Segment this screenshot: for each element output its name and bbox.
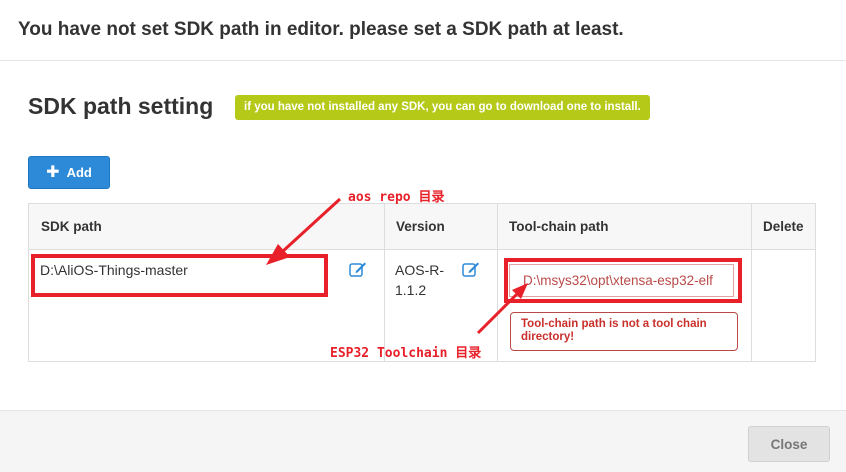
download-sdk-badge[interactable]: if you have not installed any SDK, you c… bbox=[235, 95, 650, 120]
add-button[interactable]: ✚ Add bbox=[28, 156, 110, 189]
version-value-line1: AOS-R- bbox=[395, 262, 444, 278]
dialog-footer bbox=[0, 410, 846, 472]
column-header-sdk-path: SDK path bbox=[29, 204, 384, 250]
esp32-toolchain-annotation: ESP32 Toolchain 目录 bbox=[330, 346, 482, 361]
section-title: SDK path setting bbox=[28, 93, 214, 119]
plus-icon: ✚ bbox=[46, 163, 60, 181]
annotation-box-sdk-path bbox=[31, 254, 328, 297]
edit-version-icon[interactable] bbox=[462, 261, 480, 277]
close-button[interactable]: Close bbox=[748, 426, 830, 462]
column-divider bbox=[497, 204, 498, 361]
edit-sdk-path-icon[interactable] bbox=[349, 261, 367, 277]
dialog-title: You have not set SDK path in editor. ple… bbox=[18, 19, 624, 40]
column-header-delete: Delete bbox=[751, 204, 815, 250]
annotation-box-toolchain bbox=[504, 258, 742, 303]
column-header-version: Version bbox=[384, 204, 497, 250]
column-divider bbox=[384, 204, 385, 361]
toolchain-error-tooltip: Tool-chain path is not a tool chain dire… bbox=[510, 312, 738, 351]
aos-repo-annotation: aos repo 目录 bbox=[348, 190, 445, 205]
version-value-line2: 1.1.2 bbox=[395, 282, 427, 298]
dialog-header: You have not set SDK path in editor. ple… bbox=[0, 0, 846, 61]
column-divider bbox=[751, 204, 752, 361]
add-button-label: Add bbox=[66, 165, 92, 180]
column-header-toolchain-path: Tool-chain path bbox=[497, 204, 751, 250]
